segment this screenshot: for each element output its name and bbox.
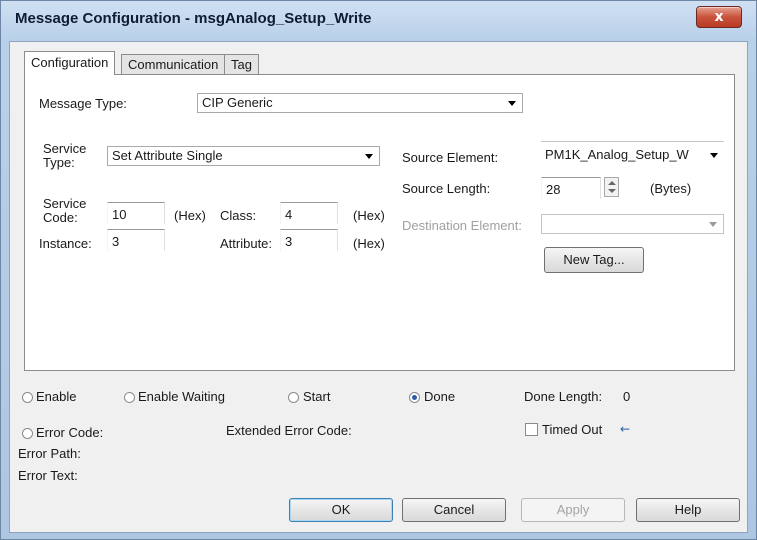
ok-button[interactable]: OK [289,498,393,522]
arrow-left-icon: ← [620,422,631,436]
done-indicator [409,392,420,403]
destination-element-label: Destination Element: [402,218,522,233]
source-length-input[interactable]: 28 [541,177,601,199]
chevron-down-icon [365,154,373,159]
source-element-value: PM1K_Analog_Setup_W [545,147,689,162]
start-indicator [288,392,299,403]
enable-indicator [22,392,33,403]
source-length-label: Source Length: [402,181,491,196]
source-element-label: Source Element: [402,150,499,165]
class-input[interactable]: 4 [280,202,338,224]
attribute-hex-label: (Hex) [353,236,385,251]
instance-input[interactable]: 3 [107,229,165,251]
help-button[interactable]: Help [636,498,740,522]
tab-communication[interactable]: Communication [121,54,226,74]
service-code-label: Service Code: [43,197,86,225]
new-tag-button[interactable]: New Tag... [544,247,644,273]
error-code-label: Error Code: [36,425,104,440]
configuration-panel: Message Type: CIP Generic Service Type: … [24,74,735,371]
error-path-label: Error Path: [18,446,81,461]
enable-waiting-label: Enable Waiting [138,389,225,404]
service-code-label-line2: Code: [43,210,78,225]
cancel-button[interactable]: Cancel [402,498,506,522]
close-icon: x [714,9,724,25]
service-code-input[interactable]: 10 [107,202,165,224]
start-label: Start [303,389,331,404]
service-code-value: 10 [112,207,127,222]
instance-value: 3 [112,234,120,249]
service-code-hex-label: (Hex) [174,208,206,223]
source-length-spinner[interactable] [604,177,619,197]
error-code-indicator [22,428,33,439]
done-length-label: Done Length: [524,389,603,404]
bytes-unit-label: (Bytes) [650,181,692,196]
class-value: 4 [285,207,293,222]
service-type-label-line1: Service [43,141,87,156]
instance-label: Instance: [39,236,92,251]
spin-up-icon [608,181,616,185]
tab-configuration[interactable]: Configuration [24,51,116,75]
enable-label: Enable [36,389,77,404]
chevron-down-icon [508,101,516,106]
error-text-label: Error Text: [18,468,78,483]
enable-waiting-indicator [124,392,135,403]
close-button[interactable]: x [696,6,742,28]
message-type-label: Message Type: [39,96,127,111]
attribute-input[interactable]: 3 [280,229,338,251]
timed-out-label: Timed Out [542,422,603,437]
attribute-label: Attribute: [220,236,273,251]
service-code-label-line1: Service [43,196,87,211]
window-title: Message Configuration - msgAnalog_Setup_… [15,10,372,27]
class-hex-label: (Hex) [353,208,385,223]
attribute-value: 3 [285,234,293,249]
extended-error-code-label: Extended Error Code: [226,423,352,438]
service-type-value: Set Attribute Single [112,148,223,163]
tab-tag[interactable]: Tag [224,54,259,74]
apply-button[interactable]: Apply [521,498,625,522]
source-element-select[interactable]: PM1K_Analog_Setup_W [541,141,724,167]
chevron-down-icon [710,153,718,158]
class-label: Class: [220,208,257,223]
spin-down-icon [608,189,616,193]
title-bar[interactable]: Message Configuration - msgAnalog_Setup_… [1,1,756,41]
timed-out-checkbox[interactable] [525,423,538,436]
source-length-value: 28 [546,182,561,197]
done-label: Done [424,389,456,404]
dialog-client-area: Configuration Communication Tag Message … [9,41,748,533]
message-configuration-window: Message Configuration - msgAnalog_Setup_… [0,0,757,540]
message-type-select[interactable]: CIP Generic [197,93,523,113]
service-type-label: Service Type: [43,142,86,170]
service-type-select[interactable]: Set Attribute Single [107,146,380,166]
done-length-value: 0 [623,389,631,404]
destination-element-select[interactable] [541,214,724,234]
message-type-value: CIP Generic [202,95,273,110]
service-type-label-line2: Type: [43,155,75,170]
chevron-down-icon [709,222,717,227]
